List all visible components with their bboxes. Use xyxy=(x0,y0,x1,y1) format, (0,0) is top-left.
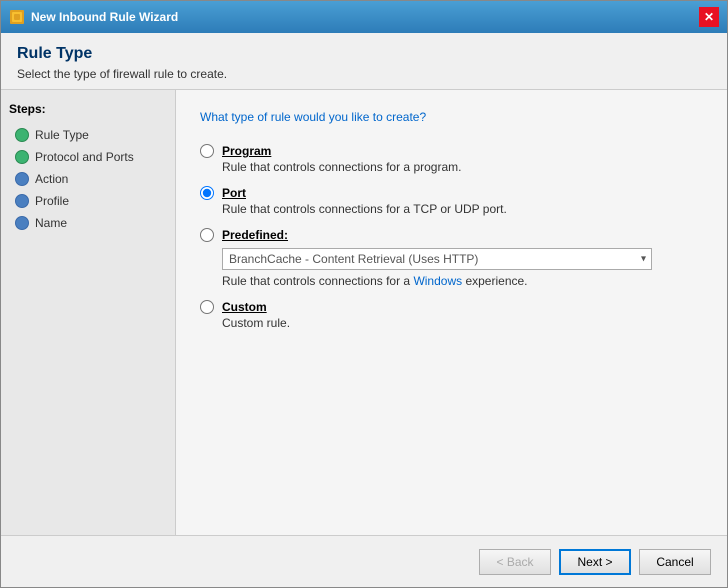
predefined-label[interactable]: Predefined: xyxy=(222,228,288,242)
port-desc: Rule that controls connections for a TCP… xyxy=(222,202,703,216)
sidebar: Steps: Rule Type Protocol and Ports Acti… xyxy=(1,90,176,535)
radio-program[interactable] xyxy=(200,144,214,158)
title-bar-left: New Inbound Rule Wizard xyxy=(9,9,178,25)
window-title: New Inbound Rule Wizard xyxy=(31,10,178,24)
predefined-dropdown[interactable]: BranchCache - Content Retrieval (Uses HT… xyxy=(222,248,652,270)
radio-predefined[interactable] xyxy=(200,228,214,242)
cancel-button[interactable]: Cancel xyxy=(639,549,711,575)
step-dot-action xyxy=(15,172,29,186)
port-label[interactable]: Port xyxy=(222,186,246,200)
sidebar-label-protocol-ports: Protocol and Ports xyxy=(35,150,134,164)
step-dot-protocol-ports xyxy=(15,150,29,164)
page-title: Rule Type xyxy=(17,45,711,63)
predefined-label-row: Predefined: xyxy=(200,228,703,242)
window-body: Rule Type Select the type of firewall ru… xyxy=(1,33,727,587)
content-area: Steps: Rule Type Protocol and Ports Acti… xyxy=(1,90,727,535)
sidebar-label-rule-type: Rule Type xyxy=(35,128,89,142)
step-dot-name xyxy=(15,216,29,230)
custom-desc: Custom rule. xyxy=(222,316,703,330)
program-label-row: Program xyxy=(200,144,703,158)
footer: < Back Next > Cancel xyxy=(1,535,727,587)
back-button[interactable]: < Back xyxy=(479,549,551,575)
sidebar-label-action: Action xyxy=(35,172,68,186)
predefined-dropdown-wrapper: BranchCache - Content Retrieval (Uses HT… xyxy=(222,248,652,270)
sidebar-item-rule-type[interactable]: Rule Type xyxy=(9,124,167,146)
sidebar-item-protocol-ports[interactable]: Protocol and Ports xyxy=(9,146,167,168)
predefined-desc: Rule that controls connections for a Win… xyxy=(222,274,703,288)
option-program: Program Rule that controls connections f… xyxy=(200,144,703,174)
sidebar-item-action[interactable]: Action xyxy=(9,168,167,190)
option-custom: Custom Custom rule. xyxy=(200,300,703,330)
header-section: Rule Type Select the type of firewall ru… xyxy=(1,33,727,89)
custom-label[interactable]: Custom xyxy=(222,300,267,314)
sidebar-label-profile: Profile xyxy=(35,194,69,208)
program-label[interactable]: Program xyxy=(222,144,271,158)
sidebar-item-profile[interactable]: Profile xyxy=(9,190,167,212)
custom-label-row: Custom xyxy=(200,300,703,314)
wizard-window: New Inbound Rule Wizard ✕ Rule Type Sele… xyxy=(0,0,728,588)
radio-port[interactable] xyxy=(200,186,214,200)
program-desc: Rule that controls connections for a pro… xyxy=(222,160,703,174)
question-text: What type of rule would you like to crea… xyxy=(200,110,703,124)
predefined-select-wrapper: BranchCache - Content Retrieval (Uses HT… xyxy=(222,248,703,270)
sidebar-item-name[interactable]: Name xyxy=(9,212,167,234)
page-subtitle: Select the type of firewall rule to crea… xyxy=(17,67,711,81)
main-panel: What type of rule would you like to crea… xyxy=(176,90,727,535)
option-port: Port Rule that controls connections for … xyxy=(200,186,703,216)
option-predefined: Predefined: BranchCache - Content Retrie… xyxy=(200,228,703,288)
step-dot-rule-type xyxy=(15,128,29,142)
windows-link: Windows xyxy=(413,274,462,288)
step-dot-profile xyxy=(15,194,29,208)
app-icon xyxy=(9,9,25,25)
next-button[interactable]: Next > xyxy=(559,549,631,575)
close-button[interactable]: ✕ xyxy=(699,7,719,27)
port-label-row: Port xyxy=(200,186,703,200)
sidebar-label-name: Name xyxy=(35,216,67,230)
steps-label: Steps: xyxy=(9,102,167,116)
radio-custom[interactable] xyxy=(200,300,214,314)
title-bar: New Inbound Rule Wizard ✕ xyxy=(1,1,727,33)
radio-group: Program Rule that controls connections f… xyxy=(200,144,703,342)
